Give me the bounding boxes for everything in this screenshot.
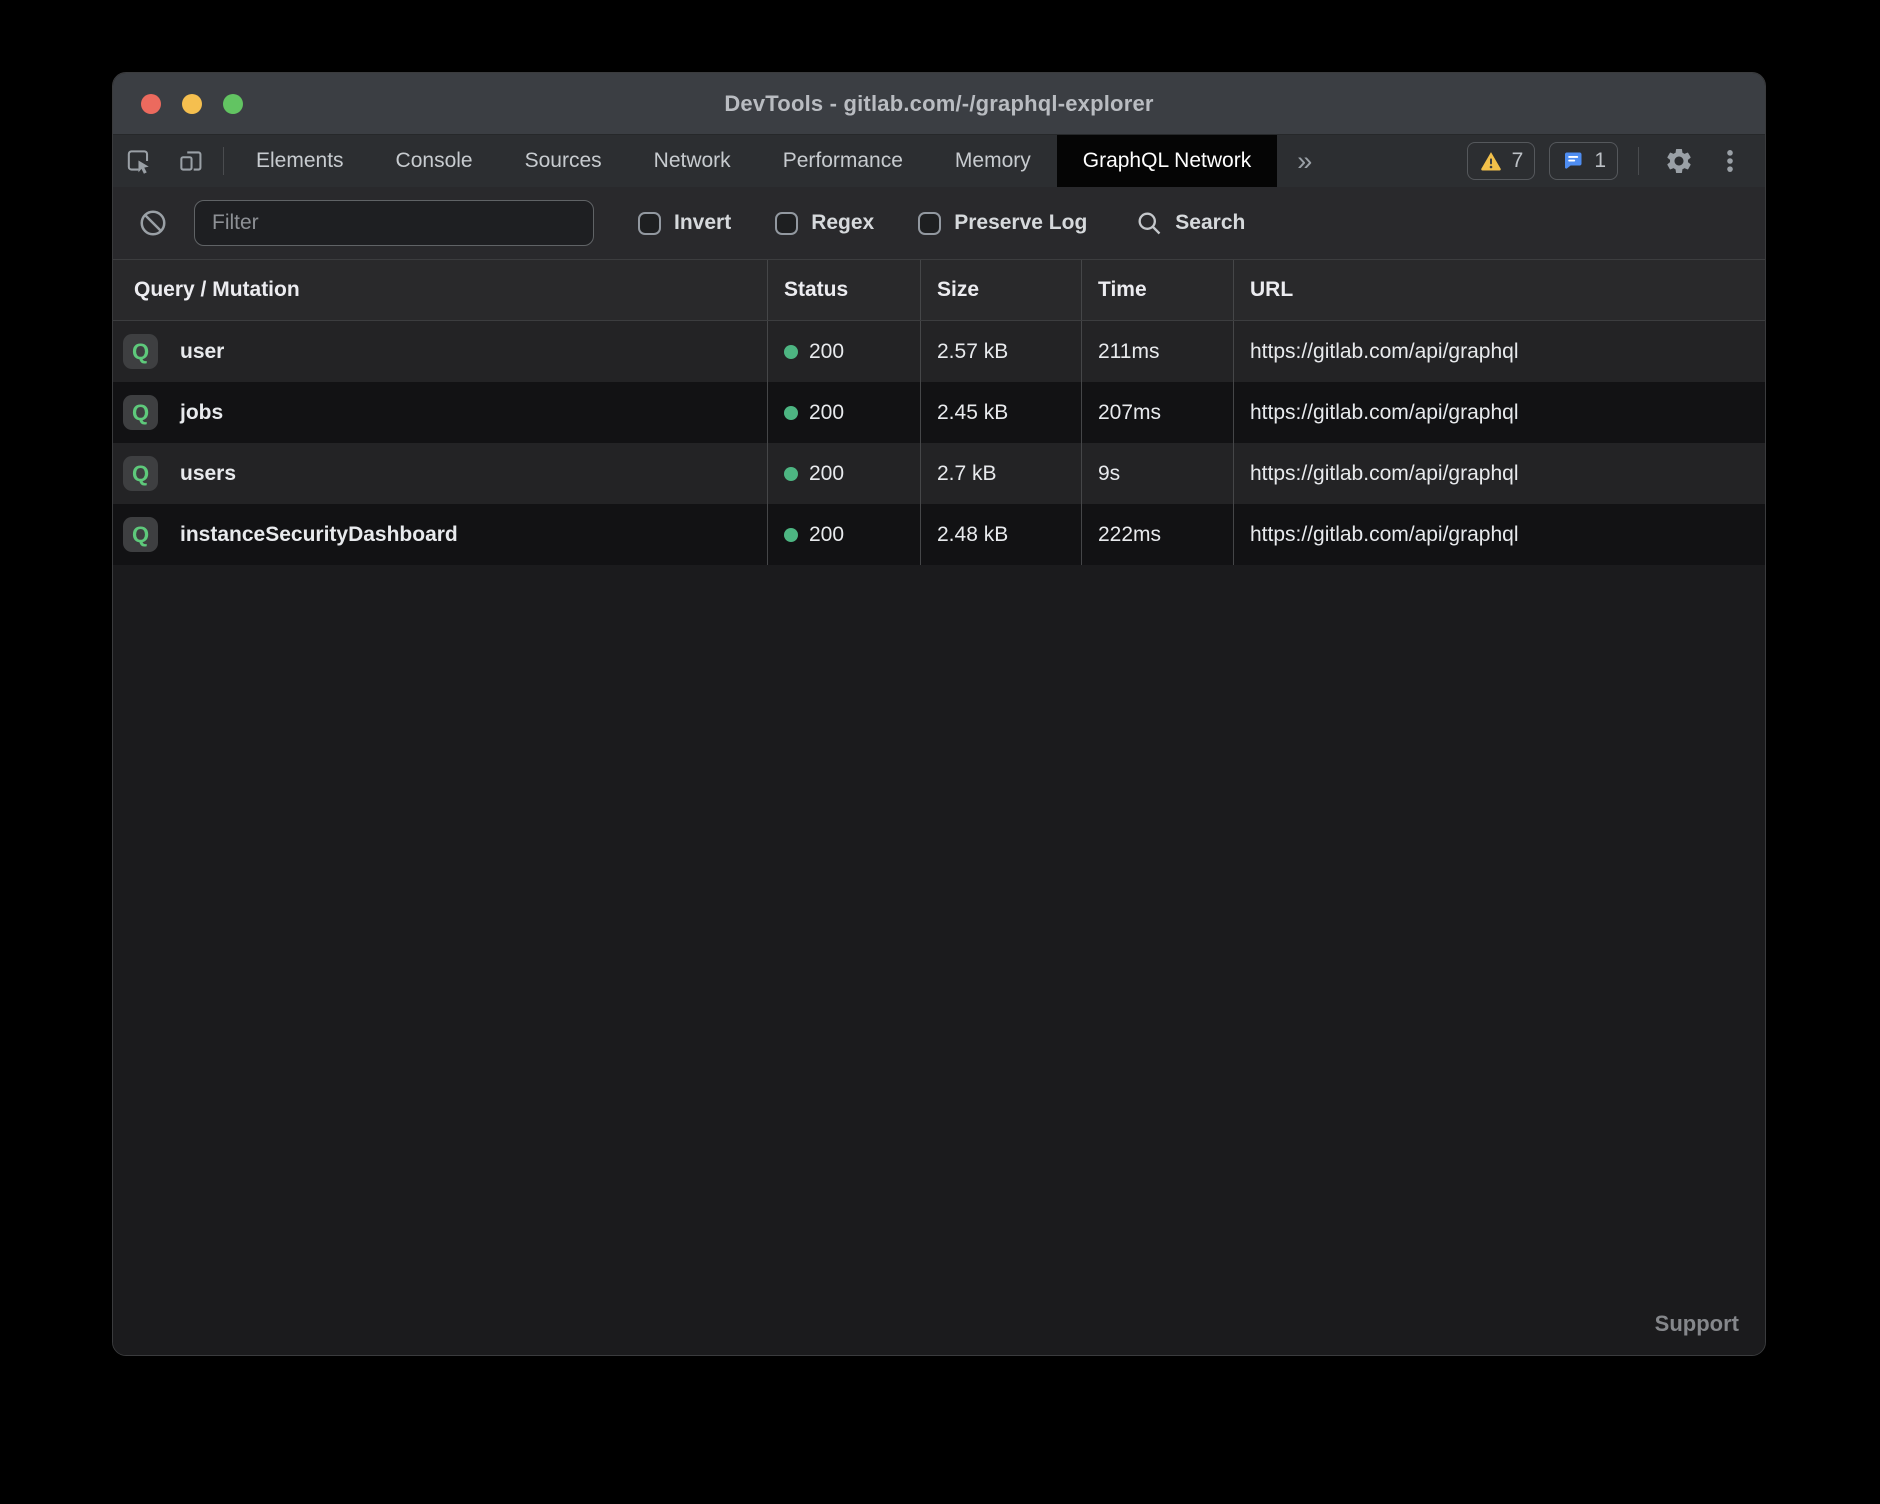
- preserve-log-checkbox[interactable]: [918, 212, 941, 235]
- tab-performance[interactable]: Performance: [757, 135, 929, 187]
- invert-checkbox[interactable]: [638, 212, 661, 235]
- warning-count: 7: [1512, 149, 1524, 173]
- regex-checkbox[interactable]: [775, 212, 798, 235]
- table-row[interactable]: Q users 200 2.7 kB 9s https://gitlab.com…: [113, 443, 1765, 504]
- filter-toolbar: Invert Regex Preserve Log Search: [113, 187, 1765, 259]
- search-button[interactable]: Search: [1135, 209, 1245, 237]
- grid-empty-area: Support: [113, 565, 1765, 1355]
- invert-checkbox-group[interactable]: Invert: [638, 211, 731, 235]
- chat-bubble-icon: [1561, 149, 1585, 173]
- tab-network[interactable]: Network: [628, 135, 757, 187]
- invert-label: Invert: [674, 211, 731, 235]
- tab-graphql-network[interactable]: GraphQL Network: [1057, 135, 1277, 187]
- status-ok-dot: [784, 345, 798, 359]
- warning-triangle-icon: [1479, 149, 1503, 173]
- gear-icon: [1664, 146, 1694, 176]
- inspect-element-button[interactable]: [113, 135, 165, 187]
- filter-input[interactable]: [194, 200, 594, 246]
- regex-label: Regex: [811, 211, 874, 235]
- grid-header: Query / Mutation Status Size Time URL: [113, 259, 1765, 321]
- issues-warning-badge[interactable]: 7: [1467, 142, 1536, 180]
- search-icon: [1135, 209, 1163, 237]
- kebab-menu-icon: [1716, 147, 1744, 175]
- preserve-log-checkbox-group[interactable]: Preserve Log: [918, 211, 1087, 235]
- tab-memory[interactable]: Memory: [929, 135, 1057, 187]
- request-name: jobs: [180, 401, 223, 425]
- table-row[interactable]: Q jobs 200 2.45 kB 207ms https://gitlab.…: [113, 382, 1765, 443]
- more-tabs-button[interactable]: »: [1277, 135, 1332, 187]
- device-toolbar-button[interactable]: [165, 135, 217, 187]
- settings-button[interactable]: [1659, 146, 1699, 176]
- more-options-button[interactable]: [1713, 147, 1747, 175]
- tab-elements[interactable]: Elements: [230, 135, 370, 187]
- table-row[interactable]: Q user 200 2.57 kB 211ms https://gitlab.…: [113, 321, 1765, 382]
- regex-checkbox-group[interactable]: Regex: [775, 211, 874, 235]
- preserve-log-label: Preserve Log: [954, 211, 1087, 235]
- request-size: 2.7 kB: [920, 443, 1081, 504]
- request-url: https://gitlab.com/api/graphql: [1233, 443, 1765, 504]
- column-header-query-mutation[interactable]: Query / Mutation: [113, 260, 767, 320]
- request-name: users: [180, 462, 236, 486]
- request-size: 2.57 kB: [920, 321, 1081, 382]
- toolbar-divider: [223, 147, 224, 175]
- request-size: 2.48 kB: [920, 504, 1081, 565]
- badge-divider: [1638, 147, 1639, 175]
- column-header-size[interactable]: Size: [920, 260, 1081, 320]
- support-link[interactable]: Support: [1655, 1311, 1739, 1337]
- status-code: 200: [809, 462, 844, 486]
- request-time: 222ms: [1081, 504, 1233, 565]
- status-code: 200: [809, 401, 844, 425]
- query-type-badge: Q: [123, 334, 158, 369]
- device-toolbar-icon: [176, 146, 206, 176]
- status-ok-dot: [784, 528, 798, 542]
- query-type-badge: Q: [123, 456, 158, 491]
- request-url: https://gitlab.com/api/graphql: [1233, 382, 1765, 443]
- devtools-window: DevTools - gitlab.com/-/graphql-explorer…: [112, 72, 1766, 1356]
- block-clear-icon[interactable]: [138, 208, 168, 238]
- table-row[interactable]: Q instanceSecurityDashboard 200 2.48 kB …: [113, 504, 1765, 565]
- query-type-badge: Q: [123, 395, 158, 430]
- request-time: 9s: [1081, 443, 1233, 504]
- request-url: https://gitlab.com/api/graphql: [1233, 504, 1765, 565]
- grid-body: Q user 200 2.57 kB 211ms https://gitlab.…: [113, 321, 1765, 565]
- status-code: 200: [809, 523, 844, 547]
- status-code: 200: [809, 340, 844, 364]
- status-ok-dot: [784, 406, 798, 420]
- request-size: 2.45 kB: [920, 382, 1081, 443]
- column-header-time[interactable]: Time: [1081, 260, 1233, 320]
- message-count: 1: [1594, 149, 1606, 173]
- chevron-double-right-icon: »: [1297, 146, 1312, 177]
- request-name: instanceSecurityDashboard: [180, 523, 458, 547]
- titlebar: DevTools - gitlab.com/-/graphql-explorer: [113, 73, 1765, 135]
- column-header-status[interactable]: Status: [767, 260, 920, 320]
- tab-console[interactable]: Console: [370, 135, 499, 187]
- request-name: user: [180, 340, 224, 364]
- window-title: DevTools - gitlab.com/-/graphql-explorer: [113, 73, 1765, 134]
- status-ok-dot: [784, 467, 798, 481]
- request-time: 211ms: [1081, 321, 1233, 382]
- devtools-tabbar: Elements Console Sources Network Perform…: [113, 135, 1765, 187]
- inspect-cursor-icon: [124, 146, 154, 176]
- request-time: 207ms: [1081, 382, 1233, 443]
- tab-sources[interactable]: Sources: [499, 135, 628, 187]
- search-label: Search: [1175, 211, 1245, 235]
- column-header-url[interactable]: URL: [1233, 260, 1765, 320]
- request-url: https://gitlab.com/api/graphql: [1233, 321, 1765, 382]
- query-type-badge: Q: [123, 517, 158, 552]
- console-messages-badge[interactable]: 1: [1549, 142, 1618, 180]
